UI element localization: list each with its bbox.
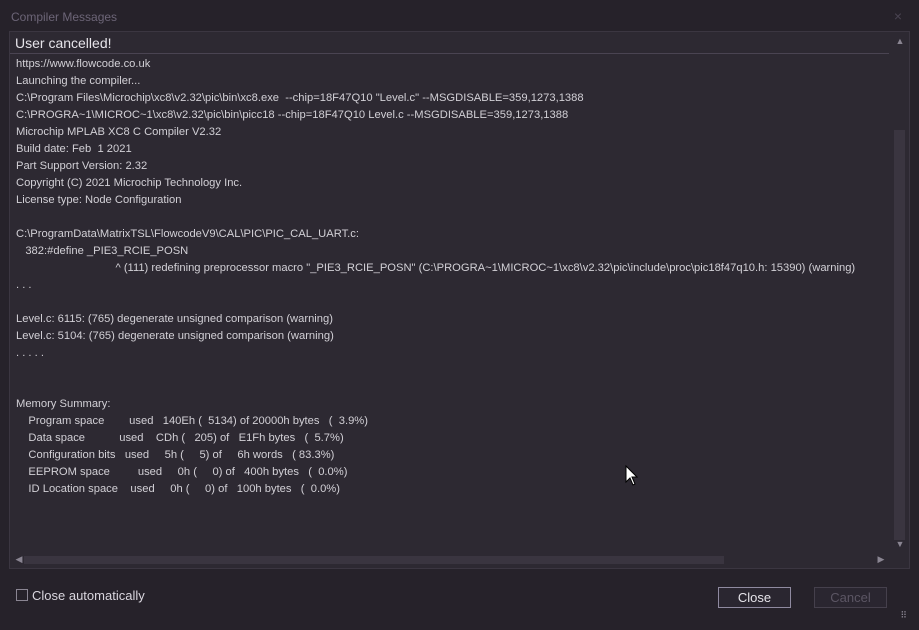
log-line: Microchip MPLAB XC8 C Compiler V2.32 [16,126,222,138]
log-line: License type: Node Configuration [16,194,182,206]
close-window-icon[interactable]: × [894,8,902,24]
log-line: C:\Program Files\Microchip\xc8\v2.32\pic… [16,92,584,104]
vertical-scrollbar[interactable]: ▲ ▼ [891,32,909,552]
vertical-scroll-thumb[interactable] [894,130,905,540]
close-button[interactable]: Close [718,587,791,608]
compiler-log[interactable]: https://www.flowcode.co.uk Launching the … [10,55,889,552]
log-line: https://www.flowcode.co.uk [16,58,151,70]
log-line: Level.c: 5104: (765) degenerate unsigned… [16,330,334,342]
log-line: ^ (111) redefining preprocessor macro "_… [16,262,856,274]
log-line: ID Location space used 0h ( 0) of 100h b… [16,483,340,495]
log-line: 382:#define _PIE3_RCIE_POSN [16,245,189,257]
message-panel: User cancelled! https://www.flowcode.co.… [9,31,910,569]
mouse-cursor-icon [625,465,639,486]
log-line: Memory Summary: [16,398,111,410]
close-automatically-checkbox[interactable] [16,589,28,601]
log-line: Part Support Version: 2.32 [16,160,148,172]
horizontal-scroll-thumb[interactable] [24,556,724,564]
horizontal-scrollbar[interactable]: ◀ ▶ [10,552,889,568]
scroll-down-icon[interactable]: ▼ [891,539,909,549]
log-line: C:\ProgramData\MatrixTSL\FlowcodeV9\CAL\… [16,228,359,240]
close-automatically-option[interactable]: Close automatically [16,587,145,603]
log-line: C:\PROGRA~1\MICROC~1\xc8\v2.32\pic\bin\p… [16,109,569,121]
close-automatically-label: Close automatically [32,587,145,603]
log-line: Launching the compiler... [16,75,141,87]
title-bar: Compiler Messages × [0,0,919,32]
scroll-right-icon[interactable]: ▶ [872,554,890,565]
log-line: Program space used 140Eh ( 5134) of 2000… [16,415,368,427]
scroll-up-icon[interactable]: ▲ [891,36,909,46]
log-line: Copyright (C) 2021 Microchip Technology … [16,177,243,189]
log-line: Build date: Feb 1 2021 [16,143,132,155]
log-line: . . . [16,279,32,291]
log-line: . . . . . [16,347,44,359]
cancel-button: Cancel [814,587,887,608]
log-line: Data space used CDh ( 205) of E1Fh bytes… [16,432,344,444]
log-line: Configuration bits used 5h ( 5) of 6h wo… [16,449,335,461]
window-title: Compiler Messages [11,10,118,24]
log-line: Level.c: 6115: (765) degenerate unsigned… [16,313,333,325]
log-line: EEPROM space used 0h ( 0) of 400h bytes … [16,466,348,478]
resize-grip-icon[interactable]: ⠿ [900,611,907,620]
status-line: User cancelled! [10,32,889,54]
